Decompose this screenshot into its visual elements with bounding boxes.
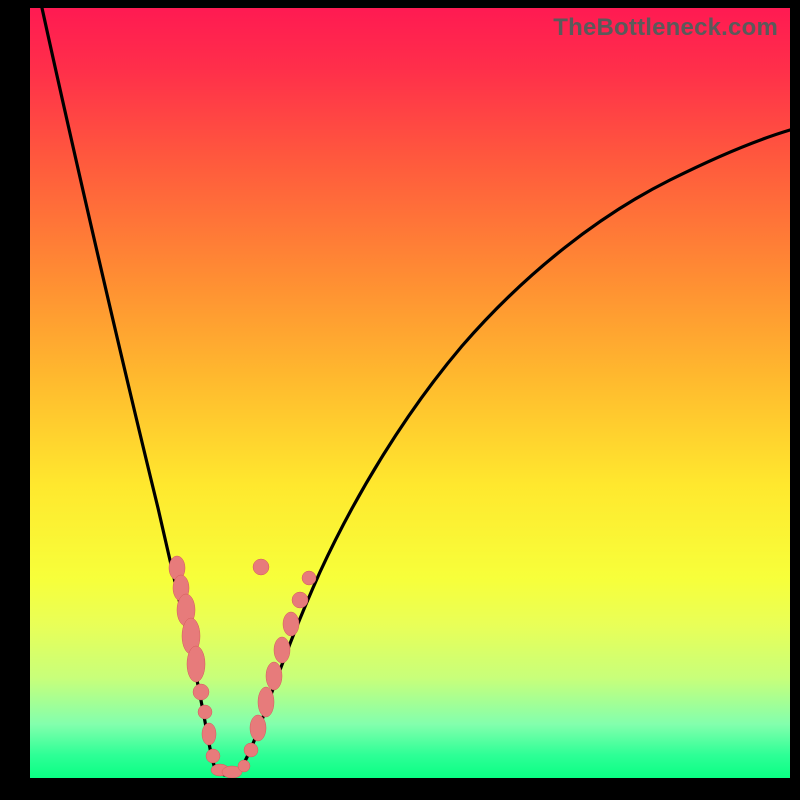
bead-cluster <box>169 556 316 778</box>
bottleneck-curve <box>30 8 790 778</box>
bead <box>202 723 216 745</box>
bead <box>266 662 282 690</box>
bead <box>250 715 266 741</box>
bead <box>244 743 258 757</box>
bead <box>274 637 290 663</box>
bead <box>258 687 274 717</box>
bead <box>206 749 220 763</box>
outer-frame: TheBottleneck.com <box>0 0 800 800</box>
curve-right <box>236 130 790 775</box>
bead <box>292 592 308 608</box>
bead <box>187 646 205 682</box>
bead <box>193 684 209 700</box>
bead <box>253 559 269 575</box>
bead <box>238 760 250 772</box>
bead <box>198 705 212 719</box>
bead <box>302 571 316 585</box>
plot-area: TheBottleneck.com <box>30 8 790 778</box>
bead <box>283 612 299 636</box>
